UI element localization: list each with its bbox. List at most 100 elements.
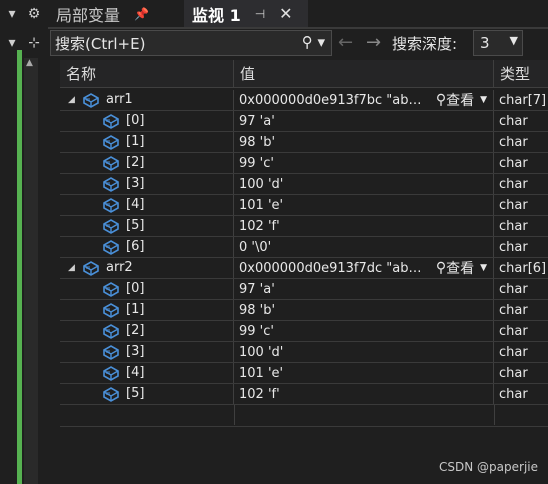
value-cell[interactable]: 100 'd' bbox=[234, 342, 494, 362]
object-icon bbox=[102, 323, 120, 341]
variable-value: 102 'f' bbox=[239, 218, 280, 234]
object-icon bbox=[102, 218, 120, 236]
watch-row-parent[interactable]: ◢ arr1 0x000000d0e913f7bc "ab… ⚲ 查看 ▼ char[7] bbox=[60, 90, 548, 111]
value-cell[interactable]: 99 'c' bbox=[234, 153, 494, 173]
name-cell: [5] bbox=[60, 216, 234, 236]
variable-value: 0 '\0' bbox=[239, 239, 272, 255]
value-cell[interactable]: 101 'e' bbox=[234, 363, 494, 383]
column-header-type[interactable]: 类型 bbox=[494, 60, 548, 87]
watch-grid: 名称 值 类型 ◢ arr1 0x000000d0e913f7bc "ab… ⚲ 查看 ▼… bbox=[60, 60, 548, 427]
search-depth-value: 3 bbox=[480, 34, 490, 52]
add-watch-row[interactable] bbox=[60, 405, 548, 427]
variable-value: 98 'b' bbox=[239, 134, 276, 150]
value-cell[interactable]: 101 'e' bbox=[234, 195, 494, 215]
split-icon[interactable]: ⊹ bbox=[22, 29, 46, 57]
variable-name: [6] bbox=[126, 239, 145, 254]
watch-row-child[interactable]: [3] 100 'd' char bbox=[60, 342, 548, 363]
dropdown-arrow-icon[interactable]: ▾ bbox=[0, 0, 24, 28]
object-icon bbox=[102, 197, 120, 215]
search-icon[interactable]: ⚲ ▾ bbox=[302, 33, 325, 51]
watch-row-child[interactable]: [2] 99 'c' char bbox=[60, 153, 548, 174]
view-label: 查看 bbox=[446, 261, 475, 277]
watch-row-child[interactable]: [0] 97 'a' char bbox=[60, 279, 548, 300]
variable-name: [4] bbox=[126, 197, 145, 212]
watch-row-child[interactable]: [1] 98 'b' char bbox=[60, 300, 548, 321]
back-arrow-icon[interactable]: ← bbox=[338, 32, 353, 53]
type-cell: char bbox=[499, 134, 528, 150]
name-cell: [4] bbox=[60, 363, 234, 383]
name-cell: [1] bbox=[60, 132, 234, 152]
watch-row-child[interactable]: [0] 97 'a' char bbox=[60, 111, 548, 132]
value-cell[interactable]: 99 'c' bbox=[234, 321, 494, 341]
object-icon bbox=[102, 302, 120, 320]
watch-row-child[interactable]: [4] 101 'e' char bbox=[60, 195, 548, 216]
watch-row-child[interactable]: [1] 98 'b' char bbox=[60, 132, 548, 153]
column-header-name[interactable]: 名称 bbox=[60, 60, 234, 87]
type-cell: char[6] bbox=[499, 260, 547, 276]
variable-value: 98 'b' bbox=[239, 302, 276, 318]
view-button[interactable]: ⚲ 查看 ▼ bbox=[436, 90, 487, 110]
grid-header: 名称 值 类型 bbox=[60, 60, 548, 88]
view-label: 查看 bbox=[446, 93, 475, 109]
collapse-icon[interactable]: ◢ bbox=[68, 263, 75, 273]
search-input[interactable]: 搜索(Ctrl+E) ⚲ ▾ bbox=[50, 30, 332, 56]
watch-row-child[interactable]: [6] 0 '\0' char bbox=[60, 237, 548, 258]
watch-row-child[interactable]: [5] 102 'f' char bbox=[60, 384, 548, 405]
tab-watch-label: 监视 1 bbox=[192, 5, 241, 25]
vertical-scrollbar[interactable]: ▲ bbox=[24, 58, 38, 484]
gear-icon[interactable]: ⚙ bbox=[22, 0, 46, 28]
watch-row-child[interactable]: [5] 102 'f' char bbox=[60, 216, 548, 237]
object-icon bbox=[102, 281, 120, 299]
value-cell[interactable]: 100 'd' bbox=[234, 174, 494, 194]
tab-locals[interactable]: 局部变量 📌 bbox=[48, 0, 178, 27]
type-cell: char bbox=[499, 344, 528, 360]
magnifier-icon: ⚲ bbox=[435, 92, 447, 108]
value-cell[interactable]: 97 'a' bbox=[234, 111, 494, 131]
watch-row-child[interactable]: [4] 101 'e' char bbox=[60, 363, 548, 384]
name-cell: [5] bbox=[60, 384, 234, 404]
pin-icon[interactable]: ⊣ bbox=[255, 7, 265, 21]
name-cell: [0] bbox=[60, 111, 234, 131]
variable-value: 101 'e' bbox=[239, 197, 284, 213]
chevron-down-icon: ▼ bbox=[480, 95, 487, 105]
variable-name: [4] bbox=[126, 365, 145, 380]
value-cell[interactable]: 102 'f' bbox=[234, 384, 494, 404]
object-icon bbox=[82, 92, 100, 110]
pin-icon[interactable]: 📌 bbox=[134, 7, 149, 21]
forward-arrow-icon[interactable]: → bbox=[366, 32, 381, 53]
type-cell: char bbox=[499, 386, 528, 402]
watch-toolbar: 搜索(Ctrl+E) ⚲ ▾ ← → 搜索深度: 3 ▼ bbox=[48, 29, 548, 58]
variable-value: 100 'd' bbox=[239, 176, 284, 192]
variable-name: [2] bbox=[126, 155, 145, 170]
search-depth-select[interactable]: 3 ▼ bbox=[473, 30, 523, 56]
close-icon[interactable]: ✕ bbox=[279, 4, 292, 23]
type-cell: char bbox=[499, 302, 528, 318]
column-header-value[interactable]: 值 bbox=[234, 60, 494, 87]
value-cell[interactable]: 0x000000d0e913f7dc "ab… ⚲ 查看 ▼ bbox=[234, 258, 494, 278]
value-cell[interactable]: 0 '\0' bbox=[234, 237, 494, 257]
magnifier-icon: ⚲ bbox=[435, 260, 447, 276]
object-icon bbox=[102, 239, 120, 257]
watch-row-child[interactable]: [2] 99 'c' char bbox=[60, 321, 548, 342]
value-cell[interactable]: 98 'b' bbox=[234, 300, 494, 320]
variable-value: 0x000000d0e913f7bc "ab… bbox=[239, 92, 422, 108]
view-button[interactable]: ⚲ 查看 ▼ bbox=[436, 258, 487, 278]
variable-value: 99 'c' bbox=[239, 155, 274, 171]
watch-row-parent[interactable]: ◢ arr2 0x000000d0e913f7dc "ab… ⚲ 查看 ▼ char[6] bbox=[60, 258, 548, 279]
value-cell[interactable]: 98 'b' bbox=[234, 132, 494, 152]
name-cell: [2] bbox=[60, 153, 234, 173]
variable-name: [0] bbox=[126, 281, 145, 296]
object-icon bbox=[102, 386, 120, 404]
scroll-up-icon[interactable]: ▲ bbox=[26, 58, 33, 68]
collapse-icon[interactable]: ◢ bbox=[68, 95, 75, 105]
variable-name: [3] bbox=[126, 344, 145, 359]
variable-name: arr1 bbox=[106, 92, 133, 107]
variable-name: [2] bbox=[126, 323, 145, 338]
tab-bar: 局部变量 📌 监视 1 ⊣ ✕ bbox=[48, 0, 548, 29]
variable-value: 0x000000d0e913f7dc "ab… bbox=[239, 260, 422, 276]
watch-row-child[interactable]: [3] 100 'd' char bbox=[60, 174, 548, 195]
value-cell[interactable]: 0x000000d0e913f7bc "ab… ⚲ 查看 ▼ bbox=[234, 90, 494, 110]
value-cell[interactable]: 102 'f' bbox=[234, 216, 494, 236]
tab-watch-1[interactable]: 监视 1 ⊣ ✕ bbox=[184, 0, 308, 27]
value-cell[interactable]: 97 'a' bbox=[234, 279, 494, 299]
